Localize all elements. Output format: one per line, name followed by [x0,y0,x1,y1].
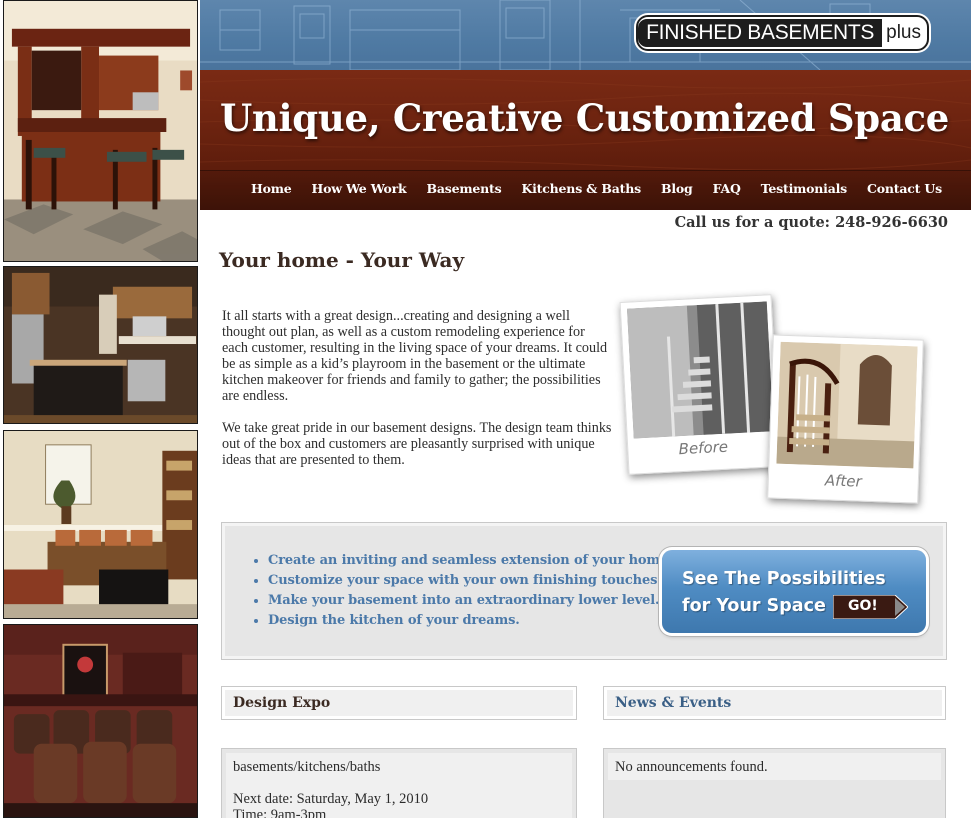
main-nav-bar: Home How We Work Basements Kitchens & Ba… [200,170,971,210]
cta-line-1: See The Possibilities [682,569,886,589]
company-logo[interactable]: FINISHED BASEMENTS plus [636,15,929,51]
nav-how-we-work[interactable]: How We Work [312,181,407,196]
nav-basements[interactable]: Basements [427,181,502,196]
blueprint-header: FINISHED BASEMENTS plus [200,0,971,70]
family-room-photo [3,430,198,619]
feature-box: Create an inviting and seamless extensio… [221,522,947,660]
nav-home[interactable]: Home [251,181,292,196]
site-tagline: Unique, Creative Customized Space [219,96,949,140]
logo-plus-text: plus [886,22,921,43]
nav-kitchens-baths[interactable]: Kitchens & Baths [521,181,641,196]
news-events-panel: No announcements found. [603,748,946,818]
news-events-heading: News & Events [603,686,946,720]
design-expo-heading: Design Expo [221,686,577,720]
kitchen-photo [3,266,198,424]
see-possibilities-button[interactable]: See The Possibilities for Your Space GO! [662,550,926,633]
design-expo-panel: basements/kitchens/baths Next date: Satu… [221,748,577,818]
after-caption: After [824,471,863,491]
intro-paragraph-2: We take great pride in our basement desi… [222,420,612,468]
feature-list: Create an inviting and seamless extensio… [268,551,673,631]
page-title: Your home - Your Way [219,248,465,272]
call-for-quote: Call us for a quote: 248-926-6630 [674,214,948,231]
feature-item[interactable]: Design the kitchen of your dreams. [268,611,673,631]
photo-strip [0,0,200,818]
no-announcements-text: No announcements found. [615,759,768,775]
logo-main-text: FINISHED BASEMENTS [638,19,883,47]
go-label: GO! [848,598,878,614]
nav-testimonials[interactable]: Testimonials [761,181,847,196]
feature-item[interactable]: Create an inviting and seamless extensio… [268,551,673,571]
after-photo: After [767,334,924,504]
feature-item[interactable]: Make your basement into an extraordinary… [268,591,673,611]
home-theater-photo [3,624,198,818]
basement-bar-photo [3,0,198,262]
nav-blog[interactable]: Blog [661,181,693,196]
intro-paragraph-1: It all starts with a great design...crea… [222,308,608,404]
news-events-content: No announcements found. [608,753,941,780]
before-photo: Before [619,294,781,475]
feature-item[interactable]: Customize your space with your own finis… [268,571,673,591]
nav-contact-us[interactable]: Contact Us [867,181,942,196]
intro-text: It all starts with a great design...crea… [222,308,614,468]
go-arrow-icon[interactable]: GO! [833,595,908,619]
expo-subtitle: basements/kitchens/baths [233,759,381,775]
design-expo-content: basements/kitchens/baths Next date: Satu… [226,753,572,818]
main-nav: Home How We Work Basements Kitchens & Ba… [251,181,962,196]
before-caption: Before [678,437,729,459]
expo-time: Time: 9am-3pm [233,807,327,818]
wood-header-band: Unique, Creative Customized Space Home H… [200,70,971,210]
expo-next-date: Next date: Saturday, May 1, 2010 [233,791,429,807]
nav-faq[interactable]: FAQ [713,181,741,196]
